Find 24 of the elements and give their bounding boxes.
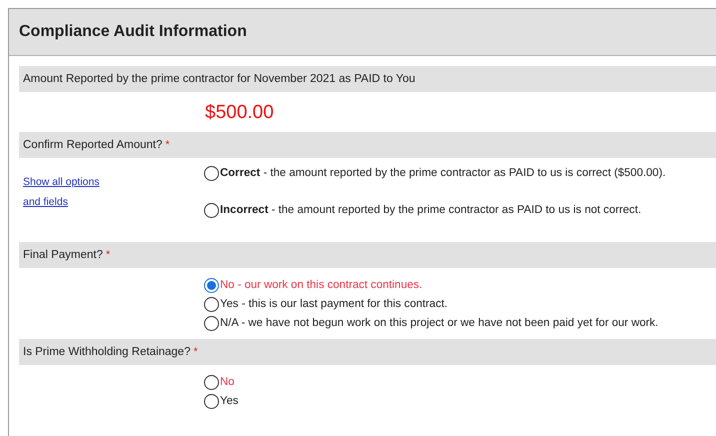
question-label: Is Prime Withholding Retainage? [23, 346, 190, 358]
panel-title: Compliance Audit Information [19, 23, 247, 41]
option-label: Yes - this is our last payment for this contract. [220, 297, 448, 312]
option-label: No - our work on this contract continues. [220, 278, 422, 293]
radio-button[interactable] [204, 316, 219, 331]
question-label: Final Payment? [23, 249, 103, 261]
radio-button[interactable] [204, 394, 219, 409]
option-label: Incorrect - the amount reported by the prime contractor as PAID to us is not correct. [220, 203, 642, 218]
required-mark: * [165, 139, 170, 151]
radio-button[interactable] [204, 297, 219, 312]
radio-button[interactable] [204, 203, 219, 218]
question-label: Confirm Reported Amount? [23, 139, 162, 151]
option-label: N/A - we have not begun work on this project or we have not been paid yet for our work. [220, 316, 658, 331]
radio-button[interactable] [204, 278, 219, 293]
section-label: Amount Reported by the prime contractor for November 2021 as PAID to You [23, 73, 416, 85]
required-mark: * [193, 346, 198, 358]
radio-button[interactable] [204, 375, 219, 390]
amount-value: $500.00 [205, 102, 275, 124]
option-label: No [220, 375, 234, 390]
show-options-link[interactable]: Show all options and fields [23, 172, 115, 212]
radio-button[interactable] [204, 166, 219, 181]
required-mark: * [106, 249, 110, 261]
option-label: Correct - the amount reported by the prime contractor as PAID to us is correct ($500.00). [220, 166, 666, 181]
option-label: Yes [220, 394, 238, 409]
